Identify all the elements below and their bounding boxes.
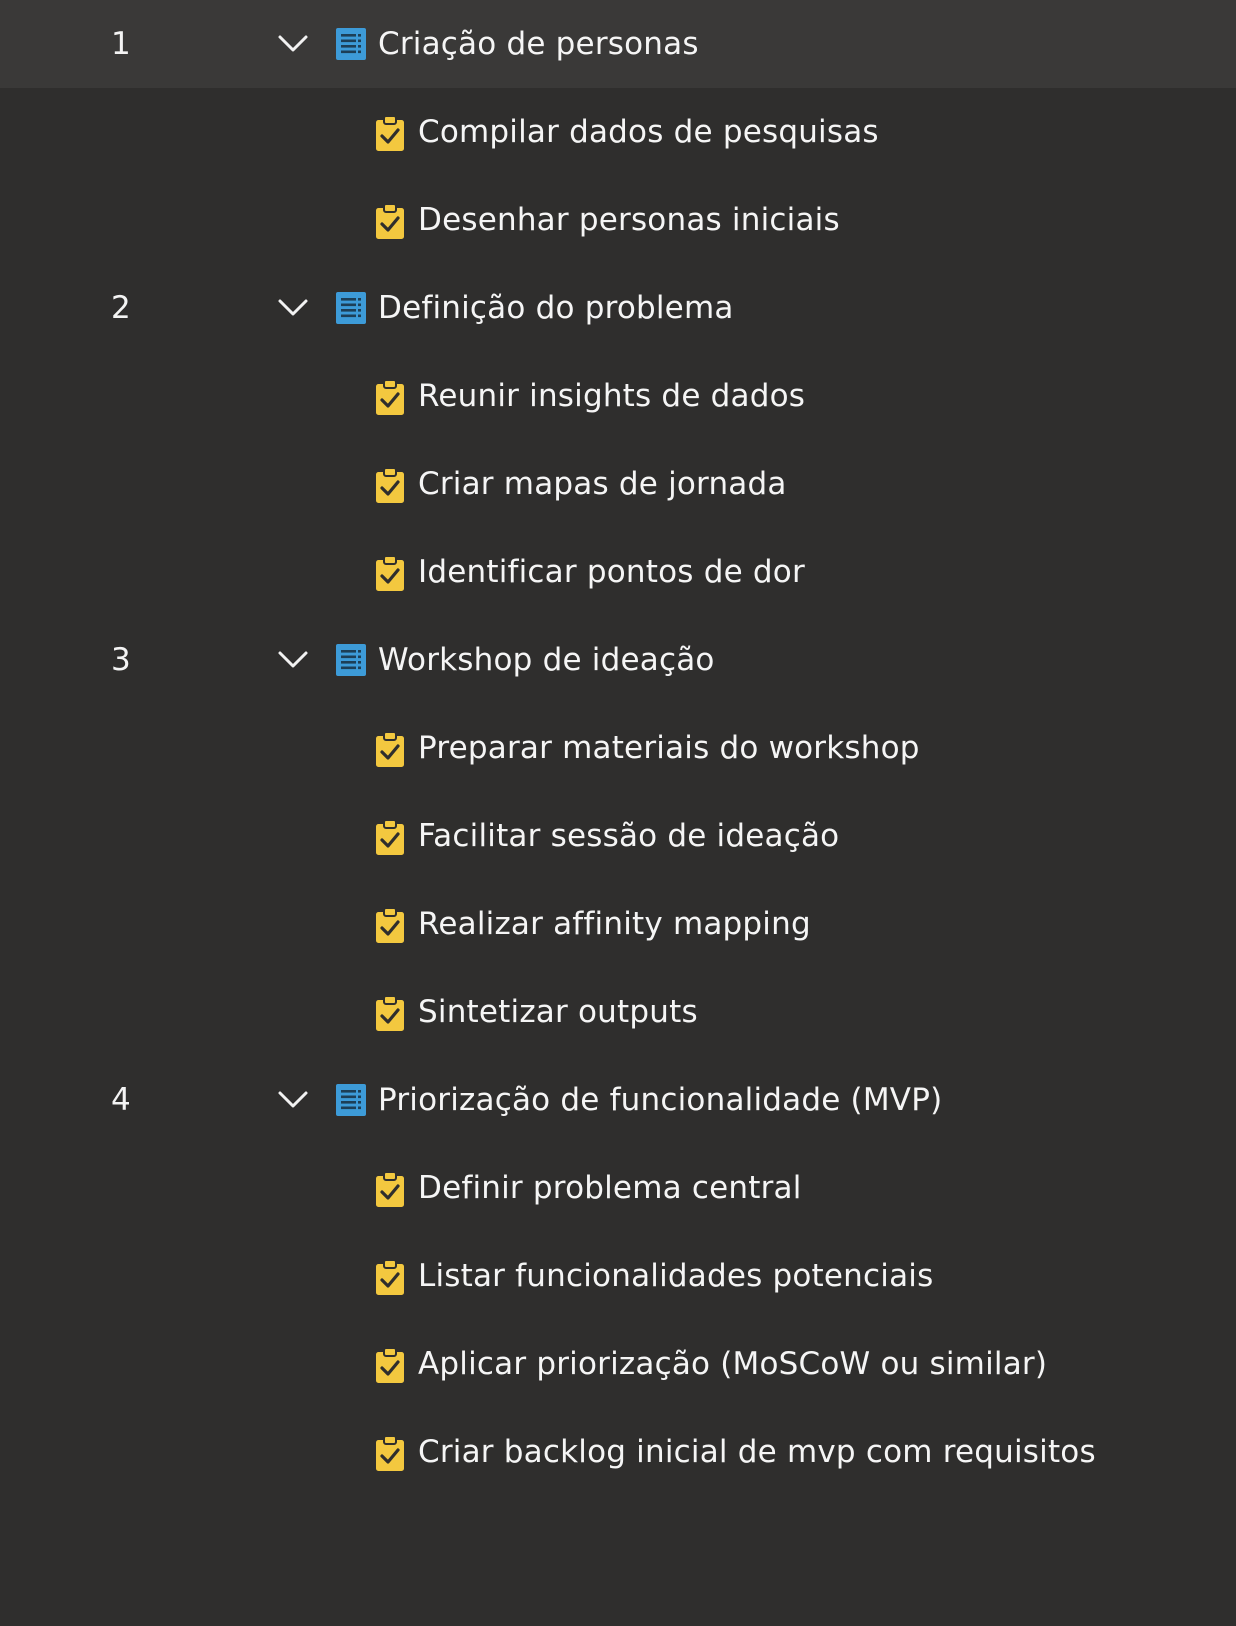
task-title[interactable]: Definir problema central (418, 1166, 802, 1210)
row-number: 4 (111, 1082, 132, 1118)
group-row[interactable]: 2 Definição do problema (0, 264, 1236, 352)
task-row[interactable]: Preparar materiais do workshop (0, 704, 1236, 792)
task-row[interactable]: Sintetizar outputs (0, 968, 1236, 1056)
group-title[interactable]: Priorização de funcionalidade (MVP) (378, 1078, 942, 1122)
row-number: 3 (111, 642, 132, 678)
clipboard-check-icon (376, 731, 404, 767)
task-title[interactable]: Aplicar priorização (MoSCoW ou similar) (418, 1342, 1047, 1386)
document-list-icon (336, 28, 366, 60)
group-title[interactable]: Definição do problema (378, 286, 734, 330)
clipboard-check-icon (376, 1171, 404, 1207)
task-row[interactable]: Facilitar sessão de ideação (0, 792, 1236, 880)
task-row[interactable]: Compilar dados de pesquisas (0, 88, 1236, 176)
document-list-icon (336, 1084, 366, 1116)
chevron-down-icon[interactable] (276, 1084, 310, 1116)
group-row[interactable]: 3 Workshop de ideação (0, 616, 1236, 704)
task-title[interactable]: Preparar materiais do workshop (418, 726, 920, 770)
task-title[interactable]: Compilar dados de pesquisas (418, 110, 879, 154)
group-row[interactable]: 4 Priorização de funcionalidade (MVP) (0, 1056, 1236, 1144)
clipboard-check-icon (376, 115, 404, 151)
task-row[interactable]: Definir problema central (0, 1144, 1236, 1232)
chevron-down-icon[interactable] (276, 28, 310, 60)
clipboard-check-icon (376, 467, 404, 503)
task-row[interactable]: Aplicar priorização (MoSCoW ou similar) (0, 1320, 1236, 1408)
chevron-down-icon[interactable] (276, 644, 310, 676)
task-row[interactable]: Reunir insights de dados (0, 352, 1236, 440)
clipboard-check-icon (376, 995, 404, 1031)
row-number: 1 (111, 26, 132, 62)
clipboard-check-icon (376, 907, 404, 943)
clipboard-check-icon (376, 555, 404, 591)
task-title[interactable]: Desenhar personas iniciais (418, 198, 840, 242)
clipboard-check-icon (376, 203, 404, 239)
document-list-icon (336, 644, 366, 676)
task-row[interactable]: Criar backlog inicial de mvp com requisi… (0, 1408, 1236, 1496)
outline-tree: 1 Criação de personas Compilar dados de pe… (0, 0, 1236, 1626)
row-number: 2 (111, 290, 132, 326)
task-title[interactable]: Listar funcionalidades potenciais (418, 1254, 933, 1298)
document-list-icon (336, 292, 366, 324)
task-title[interactable]: Reunir insights de dados (418, 374, 805, 418)
task-row[interactable]: Realizar affinity mapping (0, 880, 1236, 968)
clipboard-check-icon (376, 1347, 404, 1383)
task-title[interactable]: Realizar affinity mapping (418, 902, 811, 946)
task-row[interactable]: Listar funcionalidades potenciais (0, 1232, 1236, 1320)
group-title[interactable]: Workshop de ideação (378, 638, 715, 682)
clipboard-check-icon (376, 1259, 404, 1295)
task-row[interactable]: Identificar pontos de dor (0, 528, 1236, 616)
task-title[interactable]: Criar backlog inicial de mvp com requisi… (418, 1430, 1096, 1474)
task-row[interactable]: Desenhar personas iniciais (0, 176, 1236, 264)
task-title[interactable]: Facilitar sessão de ideação (418, 814, 839, 858)
clipboard-check-icon (376, 819, 404, 855)
clipboard-check-icon (376, 1435, 404, 1471)
group-row[interactable]: 1 Criação de personas (0, 0, 1236, 88)
task-title[interactable]: Sintetizar outputs (418, 990, 698, 1034)
task-title[interactable]: Identificar pontos de dor (418, 550, 805, 594)
group-title[interactable]: Criação de personas (378, 22, 699, 66)
task-row[interactable]: Criar mapas de jornada (0, 440, 1236, 528)
chevron-down-icon[interactable] (276, 292, 310, 324)
task-title[interactable]: Criar mapas de jornada (418, 462, 787, 506)
clipboard-check-icon (376, 379, 404, 415)
